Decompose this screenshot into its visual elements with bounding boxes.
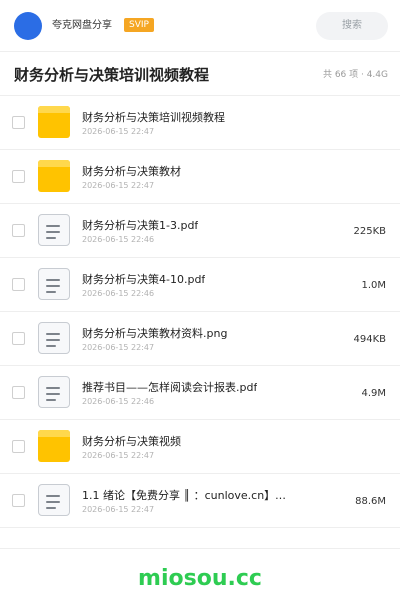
- file-row[interactable]: 财务分析与决策1-3.pdf 2026-06-15 22:46 225KB: [0, 204, 400, 258]
- file-row[interactable]: 1.1 绪论【免费分享 ║ ：cunlove.cn】.… 2026-06-15 2…: [0, 474, 400, 528]
- folder-icon: [38, 430, 70, 462]
- select-checkbox[interactable]: [12, 494, 25, 507]
- file-size: 1.0M: [361, 280, 386, 291]
- file-size: 88.6M: [355, 496, 386, 507]
- select-checkbox[interactable]: [12, 278, 25, 291]
- folder-icon: [38, 106, 70, 138]
- folder-title-bar: 财务分析与决策培训视频教程 共 66 项 · 4.4G: [0, 52, 400, 96]
- avatar[interactable]: [14, 12, 42, 40]
- folder-summary: 共 66 项 · 4.4G: [322, 70, 388, 80]
- file-date: 2026-06-15 22:47: [82, 181, 155, 190]
- select-checkbox[interactable]: [12, 116, 25, 129]
- document-icon: [38, 214, 70, 246]
- file-name: 推荐书目——怎样阅读会计报表.pdf: [82, 381, 258, 394]
- file-size: 494KB: [353, 334, 386, 345]
- file-row[interactable]: 财务分析与决策教材 2026-06-15 22:47: [0, 150, 400, 204]
- file-date: 2026-06-15 22:47: [82, 505, 155, 514]
- select-checkbox[interactable]: [12, 440, 25, 453]
- file-name: 财务分析与决策1-3.pdf: [82, 219, 199, 232]
- file-name: 财务分析与决策4-10.pdf: [82, 273, 206, 286]
- svip-badge: SVIP: [124, 18, 154, 32]
- file-list: 财务分析与决策培训视频教程 2026-06-15 22:47 财务分析与决策教材 20…: [0, 96, 400, 528]
- folder-icon: [38, 160, 70, 192]
- file-row[interactable]: 财务分析与决策4-10.pdf 2026-06-15 22:46 1.0M: [0, 258, 400, 312]
- file-date: 2026-06-15 22:47: [82, 127, 155, 136]
- file-row[interactable]: 推荐书目——怎样阅读会计报表.pdf 2026-06-15 22:46 4.9M: [0, 366, 400, 420]
- file-name: 财务分析与决策培训视频教程: [82, 111, 225, 124]
- file-date: 2026-06-15 22:46: [82, 235, 155, 244]
- file-row[interactable]: 财务分析与决策培训视频教程 2026-06-15 22:47: [0, 96, 400, 150]
- footer: miosou.cc: [0, 548, 400, 600]
- file-row[interactable]: 财务分析与决策视频 2026-06-15 22:47: [0, 420, 400, 474]
- file-row[interactable]: 财务分析与决策教材资料.png 2026-06-15 22:47 494KB: [0, 312, 400, 366]
- file-name: 财务分析与决策教材资料.png: [82, 327, 228, 340]
- site-brand: miosou.cc: [138, 566, 262, 591]
- file-size: 225KB: [353, 226, 386, 237]
- file-date: 2026-06-15 22:46: [82, 289, 155, 298]
- select-checkbox[interactable]: [12, 332, 25, 345]
- document-icon: [38, 268, 70, 300]
- share-username: 夸克网盘分享: [52, 20, 112, 31]
- file-name: 财务分析与决策视频: [82, 435, 181, 448]
- file-date: 2026-06-15 22:46: [82, 397, 155, 406]
- document-icon: [38, 322, 70, 354]
- file-date: 2026-06-15 22:47: [82, 451, 155, 460]
- document-icon: [38, 484, 70, 516]
- file-size: 4.9M: [361, 388, 386, 399]
- select-checkbox[interactable]: [12, 386, 25, 399]
- file-name: 1.1 绪论【免费分享 ║ ：cunlove.cn】.…: [82, 489, 287, 502]
- select-checkbox[interactable]: [12, 170, 25, 183]
- search-button[interactable]: 搜索: [316, 12, 388, 40]
- file-date: 2026-06-15 22:47: [82, 343, 155, 352]
- document-icon: [38, 376, 70, 408]
- select-checkbox[interactable]: [12, 224, 25, 237]
- page-title: 财务分析与决策培训视频教程: [14, 66, 210, 84]
- top-header: 夸克网盘分享 SVIP 搜索: [0, 0, 400, 52]
- file-name: 财务分析与决策教材: [82, 165, 181, 178]
